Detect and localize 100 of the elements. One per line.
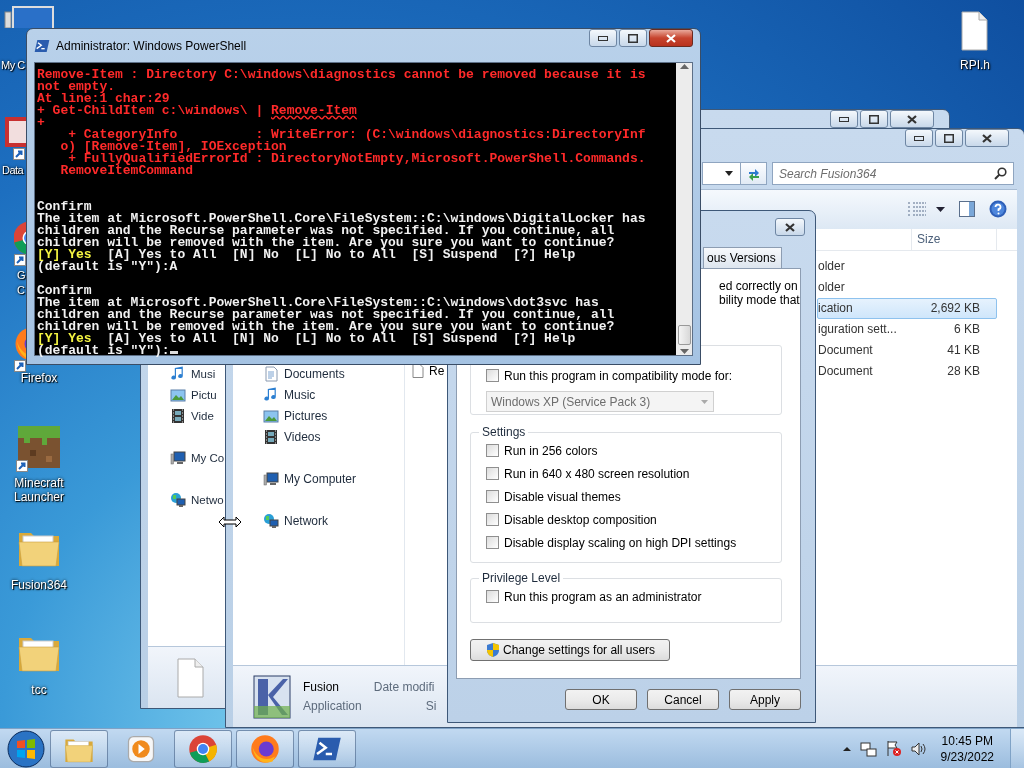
nav-item[interactable]: My Co [170, 450, 225, 467]
detail-label: Si [425, 699, 437, 714]
file-row[interactable]: Document 41 KB [817, 339, 997, 361]
checkbox-label[interactable]: Run this program in compatibility mode for: [504, 368, 733, 383]
minimize-button[interactable] [830, 110, 858, 128]
minimize-button[interactable] [905, 129, 933, 147]
address-bar[interactable] [702, 162, 740, 186]
file-row[interactable]: Document 28 KB [817, 360, 997, 382]
clock[interactable]: 10:45 PM 9/23/2022 [940, 732, 994, 765]
refresh-icon [746, 166, 761, 181]
group-title: Settings [481, 425, 527, 439]
close-button[interactable] [649, 29, 693, 47]
taskbar-button[interactable] [236, 729, 294, 768]
preview-pane-icon[interactable] [959, 201, 975, 218]
file-row[interactable]: ication 2,692 KB [817, 297, 997, 319]
nav-item[interactable]: Documents [263, 366, 345, 383]
file-row[interactable]: iguration sett... 6 KB [817, 318, 997, 340]
computer-icon [263, 471, 279, 488]
description-text: ed correctly on [719, 279, 799, 293]
close-button[interactable] [890, 110, 934, 128]
console-line: RemoveItemCommand [59, 165, 194, 177]
file-type: iguration sett... [818, 322, 898, 337]
change-settings-button[interactable]: Change settings for all users [470, 639, 671, 661]
file-row[interactable]: older [817, 255, 997, 277]
checkbox[interactable] [486, 444, 499, 457]
maximize-button[interactable] [619, 29, 647, 47]
checkbox-label[interactable]: Run in 640 x 480 screen resolution [504, 466, 690, 481]
nav-item[interactable]: Musi [170, 366, 216, 383]
icon-label[interactable]: My C [1, 58, 25, 72]
file-row[interactable]: older [817, 276, 997, 298]
nav-item[interactable]: My Computer [263, 471, 357, 488]
group-title: Privilege Level [481, 571, 562, 585]
file-name[interactable]: Re [429, 364, 445, 379]
console-line: The item at Microsoft.PowerShell.Core\FileSystem::C:\windows\DigitalLocker has [37, 213, 647, 225]
nav-item[interactable]: Pictu [170, 387, 217, 404]
nav-item[interactable]: Music [263, 387, 316, 404]
taskbar-button[interactable] [298, 729, 356, 768]
file-type: older [818, 280, 846, 295]
checkbox-label[interactable]: Run this program as an administrator [504, 589, 702, 604]
taskbar-button[interactable] [174, 729, 232, 768]
close-button[interactable] [965, 129, 1009, 147]
dialog-button[interactable]: Apply [729, 689, 801, 710]
nav-item[interactable]: Videos [263, 429, 321, 446]
caret-icon[interactable] [936, 206, 945, 212]
search-field[interactable]: Search Fusion364 [772, 162, 1014, 186]
icon-label[interactable]: G C [17, 268, 26, 298]
checkbox[interactable] [486, 513, 499, 526]
nav-item[interactable]: Pictures [263, 408, 328, 425]
close-button[interactable] [775, 218, 805, 236]
scrollbar[interactable] [676, 63, 692, 355]
nav-item[interactable]: Network [263, 513, 328, 530]
minimize-icon [598, 35, 608, 41]
music-note-icon [263, 387, 279, 404]
console-line: children and the Recurse parameter was not specified. If you continue, all [37, 225, 616, 237]
checkbox[interactable] [486, 490, 499, 503]
checkbox-label[interactable]: Disable visual themes [504, 489, 621, 504]
console-line: not empty. [37, 81, 115, 93]
flag-icon[interactable] [884, 740, 902, 757]
checkbox[interactable] [486, 590, 499, 603]
scrollbar-thumb[interactable] [677, 325, 691, 345]
console-line: The item at Microsoft.PowerShell.Core\FileSystem::C:\windows\dot3svc has [37, 297, 599, 309]
nav-item[interactable]: Vide [170, 408, 214, 425]
refresh-button[interactable] [740, 162, 767, 186]
checkbox-label[interactable]: Disable display scaling on high DPI settings [504, 535, 737, 550]
maximize-button[interactable] [860, 110, 888, 128]
grass-block-icon [16, 424, 62, 474]
icon-label[interactable]: Firefox [0, 371, 79, 385]
tab[interactable]: ous Versions [703, 247, 782, 268]
checkbox[interactable] [486, 369, 499, 382]
minimize-button[interactable] [589, 29, 617, 47]
checkbox[interactable] [486, 467, 499, 480]
icon-label[interactable]: Data [2, 163, 24, 177]
dialog-button[interactable]: Cancel [647, 689, 719, 710]
checkbox[interactable] [486, 536, 499, 549]
console-line: Confirm [37, 201, 92, 213]
file-icon [412, 364, 424, 379]
close-icon [982, 133, 992, 143]
start-button[interactable] [6, 728, 46, 768]
help-icon[interactable] [989, 200, 1007, 219]
media-player-icon [126, 733, 156, 764]
close-icon [907, 114, 917, 124]
minimize-icon [914, 135, 924, 141]
dialog-button[interactable]: OK [565, 689, 637, 710]
network-icon[interactable] [859, 740, 877, 757]
file-size: 6 KB [953, 322, 980, 337]
shortcut-icon [4, 115, 26, 161]
checkbox-label[interactable]: Disable desktop composition [504, 512, 657, 527]
document-icon [263, 366, 279, 383]
console-line: [Y] Yes [A] Yes to All [N] No [L] No to All [S] Suspend [?] Help [37, 249, 577, 261]
taskbar-button[interactable] [50, 729, 108, 768]
maximize-button[interactable] [935, 129, 963, 147]
icon-label[interactable]: RPI.h [935, 58, 1015, 72]
checkbox-label[interactable]: Run in 256 colors [504, 443, 598, 458]
speaker-icon[interactable] [909, 740, 927, 757]
file-type: Application [303, 699, 362, 714]
close-icon [666, 33, 676, 43]
nav-item[interactable]: Netwo [170, 492, 224, 509]
column-header[interactable]: Size [912, 228, 997, 250]
maximize-icon [869, 114, 879, 124]
console-line: + FullyQualifiedErrorId : DirectoryNotEmpty,Microsoft.PowerShell.Commands. [68, 153, 647, 165]
